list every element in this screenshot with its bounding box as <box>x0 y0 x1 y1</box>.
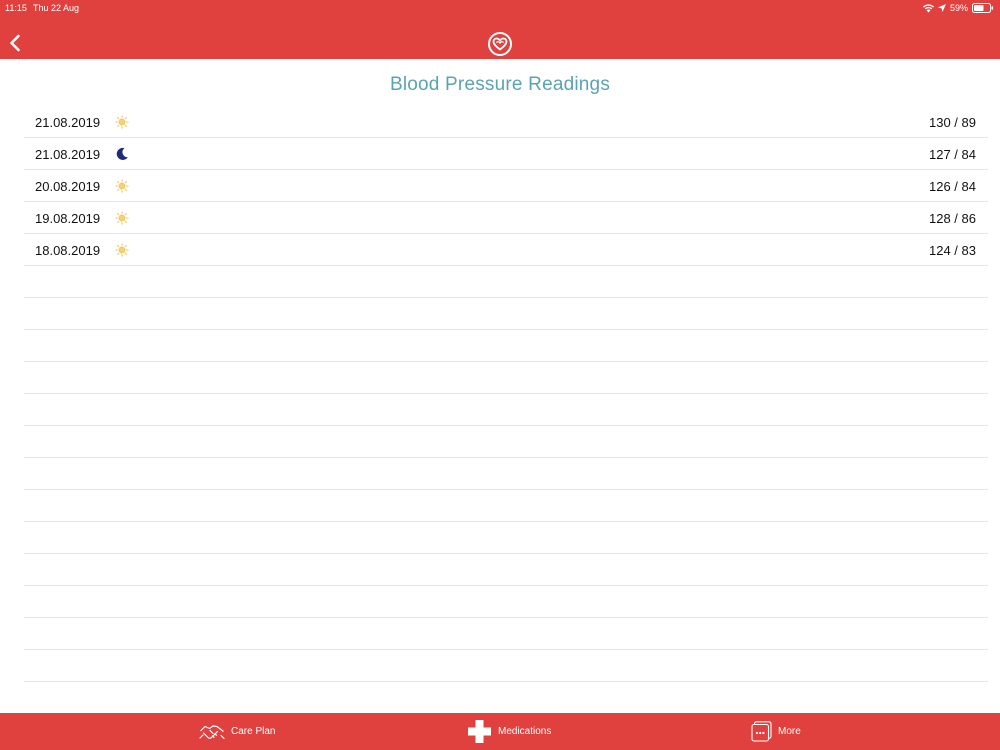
sun-icon <box>115 211 129 225</box>
medical-cross-icon <box>468 720 491 743</box>
tab-bar: Care Plan Medications More <box>0 713 1000 750</box>
battery-percentage: 59% <box>949 3 968 13</box>
empty-row <box>24 522 988 554</box>
top-bar: 11:15 Thu 22 Aug 59% <box>0 0 1000 59</box>
status-bar: 11:15 Thu 22 Aug 59% <box>0 0 1000 16</box>
readings-table: 21.08.2019 130 / 89 21.08.2019 127 / 84 … <box>24 106 988 682</box>
location-icon <box>937 4 946 12</box>
status-indicators: 59% <box>922 2 994 14</box>
empty-row <box>24 266 988 298</box>
tab-medications[interactable]: Medications <box>467 713 551 750</box>
tab-care-plan[interactable]: Care Plan <box>199 713 275 750</box>
empty-row <box>24 362 988 394</box>
empty-row <box>24 586 988 618</box>
reading-value: 124 / 83 <box>929 243 976 258</box>
page-title: Blood Pressure Readings <box>389 74 611 95</box>
battery-icon <box>972 3 994 13</box>
moon-icon <box>116 147 128 160</box>
table-row[interactable]: 21.08.2019 127 / 84 <box>24 138 988 170</box>
reading-value: 128 / 86 <box>929 211 976 226</box>
empty-row <box>24 394 988 426</box>
reading-value: 126 / 84 <box>929 179 976 194</box>
empty-row <box>24 490 988 522</box>
back-button[interactable] <box>4 31 26 55</box>
table-row[interactable]: 19.08.2019 128 / 86 <box>24 202 988 234</box>
table-row[interactable]: 18.08.2019 124 / 83 <box>24 234 988 266</box>
tab-medications-label: Medications <box>498 726 552 737</box>
sun-icon <box>115 179 129 193</box>
wifi-icon <box>922 3 934 12</box>
sun-icon <box>115 243 129 257</box>
more-icon <box>751 721 772 742</box>
reading-date: 19.08.2019 <box>35 211 101 226</box>
empty-row <box>24 458 988 490</box>
empty-row <box>24 618 988 650</box>
empty-row <box>24 650 988 682</box>
reading-value: 130 / 89 <box>929 115 976 130</box>
reading-date: 20.08.2019 <box>35 179 101 194</box>
empty-row <box>24 426 988 458</box>
reading-value: 127 / 84 <box>929 147 976 162</box>
tab-care-plan-label: Care Plan <box>231 726 276 737</box>
sun-icon <box>115 115 129 129</box>
empty-row <box>24 298 988 330</box>
table-row[interactable]: 21.08.2019 130 / 89 <box>24 106 988 138</box>
heart-logo-icon <box>488 32 512 56</box>
status-time: 11:15 <box>5 3 27 13</box>
tab-more[interactable]: More <box>751 713 801 750</box>
tab-more-label: More <box>778 726 801 737</box>
table-row[interactable]: 20.08.2019 126 / 84 <box>24 170 988 202</box>
reading-date: 21.08.2019 <box>35 147 101 162</box>
chevron-left-icon <box>10 34 20 52</box>
reading-date: 18.08.2019 <box>35 243 101 258</box>
empty-row <box>24 554 988 586</box>
status-date: Thu 22 Aug <box>33 3 80 13</box>
handshake-icon <box>199 724 225 739</box>
empty-row <box>24 330 988 362</box>
reading-date: 21.08.2019 <box>35 115 101 130</box>
